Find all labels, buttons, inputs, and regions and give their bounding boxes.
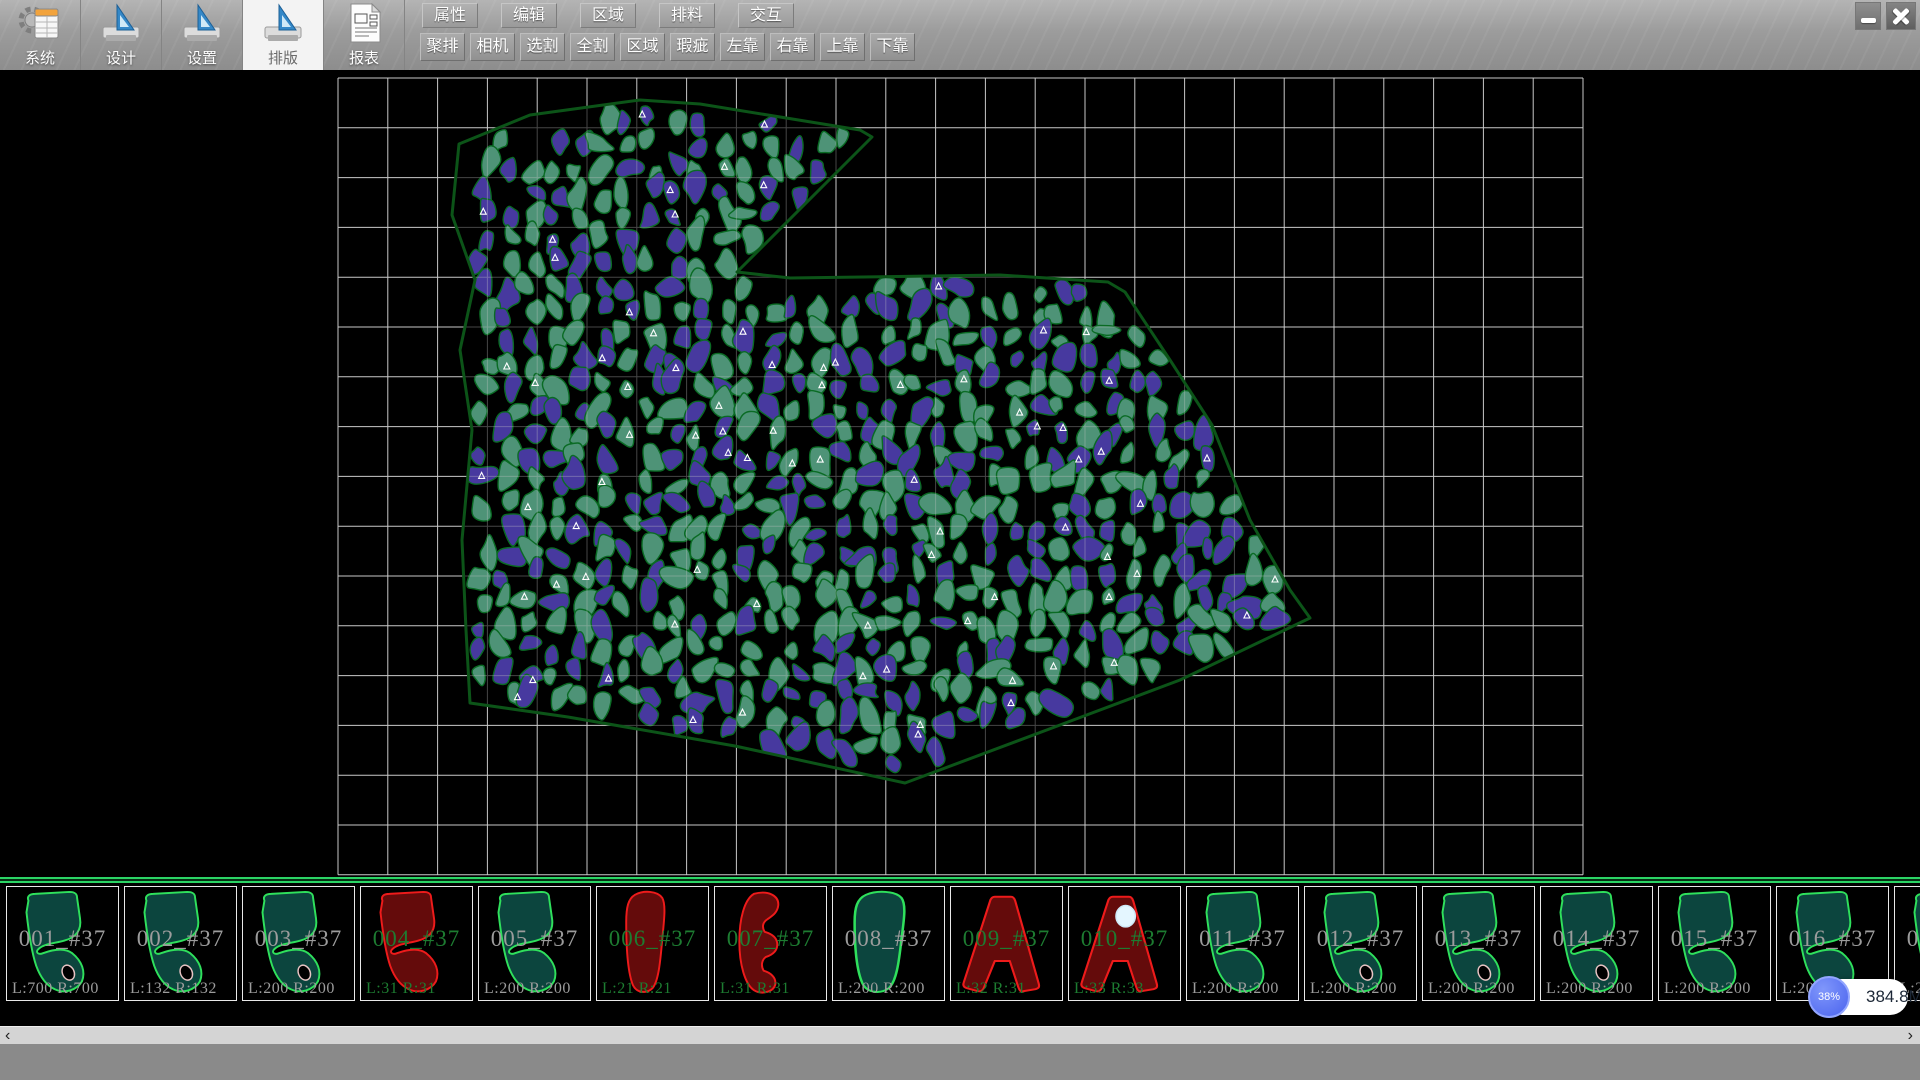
tool-button-7[interactable]: 左靠 bbox=[720, 33, 765, 61]
filmstrip-divider-bottom bbox=[0, 881, 1920, 883]
pattern-thumbnail-15[interactable]: 015_#37 L:200 R:200 bbox=[1658, 886, 1771, 1001]
pattern-thumbnail-13[interactable]: 013_#37 L:200 R:200 bbox=[1422, 886, 1535, 1001]
main-button-label: 设置 bbox=[162, 47, 242, 68]
pattern-lr-info: L:200 R:200 bbox=[1664, 980, 1751, 998]
menu-tab-1[interactable]: 属性 bbox=[422, 3, 478, 28]
main-button-system[interactable]: 系统 bbox=[0, 0, 81, 70]
triangle-ruler-icon bbox=[260, 2, 306, 44]
pattern-thumbnail-14[interactable]: 014_#37 L:200 R:200 bbox=[1540, 886, 1653, 1001]
pattern-lr-info: L:132 R:132 bbox=[130, 980, 217, 998]
pattern-name: 001_#37 bbox=[7, 926, 118, 952]
pattern-name: 004_#37 bbox=[361, 926, 472, 952]
pattern-name: 006_#37 bbox=[597, 926, 708, 952]
main-button-label: 排版 bbox=[243, 47, 323, 68]
tool-buttons: 聚排相机选割全割区域瑕疵左靠右靠上靠下靠 bbox=[420, 33, 915, 61]
pattern-thumbnail-11[interactable]: 011_#37 L:200 R:200 bbox=[1186, 886, 1299, 1001]
toolbar: 系统设计设置排版报表 属性编辑区域排料交互 聚排相机选割全割区域瑕疵左靠右靠上靠… bbox=[0, 0, 1920, 70]
memory-percent-circle: 38% bbox=[1808, 976, 1850, 1018]
pattern-lr-info: L:200 R:200 bbox=[484, 980, 571, 998]
memory-value: 384.8M bbox=[1866, 979, 1920, 1015]
close-icon bbox=[1892, 7, 1910, 25]
menu-tabs: 属性编辑区域排料交互 bbox=[422, 3, 794, 28]
pattern-lr-info: L:200 R:200 bbox=[1310, 980, 1397, 998]
pattern-lr-info: L:200 R:200 bbox=[1546, 980, 1633, 998]
status-bar bbox=[0, 1044, 1920, 1080]
pattern-lr-info: L:33 R:33 bbox=[1074, 980, 1144, 998]
pattern-thumbnail-2[interactable]: 002_#37 L:132 R:132 bbox=[124, 886, 237, 1001]
pattern-lr-info: L:31 R:31 bbox=[720, 980, 790, 998]
pattern-name: 013_#37 bbox=[1423, 926, 1534, 952]
nesting-app-window: { "toolbar": { "main_buttons": [ {"id":"… bbox=[0, 0, 1920, 1080]
menu-tab-4[interactable]: 排料 bbox=[659, 3, 715, 28]
pattern-lr-info: L:200 R:200 bbox=[1428, 980, 1515, 998]
report-document-icon bbox=[341, 2, 387, 44]
tool-button-6[interactable]: 瑕疵 bbox=[670, 33, 715, 61]
pattern-lr-info: L:200 R:200 bbox=[1192, 980, 1279, 998]
pattern-thumbnail-12[interactable]: 012_#37 L:200 R:200 bbox=[1304, 886, 1417, 1001]
pattern-name: 008_#37 bbox=[833, 926, 944, 952]
pattern-name: 010_#37 bbox=[1069, 926, 1180, 952]
scroll-left-arrow[interactable]: ‹ bbox=[5, 1027, 10, 1044]
main-button-label: 报表 bbox=[324, 47, 404, 68]
pattern-thumbnail-4[interactable]: 004_#37 L:31 R:31 bbox=[360, 886, 473, 1001]
window-controls bbox=[1855, 2, 1916, 30]
memory-badge: 384.8M 38% bbox=[1808, 976, 1912, 1018]
pattern-lr-info: L:31 R:31 bbox=[366, 980, 436, 998]
tool-button-9[interactable]: 上靠 bbox=[820, 33, 865, 61]
main-button-report[interactable]: 报表 bbox=[324, 0, 405, 70]
pattern-lr-info: L:200 R:200 bbox=[248, 980, 335, 998]
pattern-name: 016_#37 bbox=[1777, 926, 1888, 952]
main-button-label: 设计 bbox=[81, 47, 161, 68]
pattern-name: 002_#37 bbox=[125, 926, 236, 952]
horizontal-scrollbar[interactable]: ‹ › bbox=[0, 1026, 1920, 1044]
tool-button-1[interactable]: 聚排 bbox=[420, 33, 465, 61]
minimize-icon bbox=[1861, 18, 1876, 23]
pattern-name: 017_#37 bbox=[1895, 926, 1920, 952]
main-button-design[interactable]: 设计 bbox=[81, 0, 162, 70]
menu-tab-2[interactable]: 编辑 bbox=[501, 3, 557, 28]
memory-percent: 38% bbox=[1818, 991, 1840, 1003]
triangle-ruler-icon bbox=[179, 2, 225, 44]
main-button-label: 系统 bbox=[0, 47, 80, 68]
pattern-lr-info: L:200 R:200 bbox=[838, 980, 925, 998]
tool-button-10[interactable]: 下靠 bbox=[870, 33, 915, 61]
pattern-name: 005_#37 bbox=[479, 926, 590, 952]
menu-tab-3[interactable]: 区域 bbox=[580, 3, 636, 28]
nest-drawing bbox=[0, 70, 1920, 877]
main-button-settings[interactable]: 设置 bbox=[162, 0, 243, 70]
pattern-name: 003_#37 bbox=[243, 926, 354, 952]
pattern-name: 012_#37 bbox=[1305, 926, 1416, 952]
pattern-thumbnail-5[interactable]: 005_#37 L:200 R:200 bbox=[478, 886, 591, 1001]
tool-button-2[interactable]: 相机 bbox=[470, 33, 515, 61]
pattern-name: 009_#37 bbox=[951, 926, 1062, 952]
pattern-name: 015_#37 bbox=[1659, 926, 1770, 952]
pattern-name: 011_#37 bbox=[1187, 926, 1298, 952]
pattern-thumbnail-1[interactable]: 001_#37 L:700 R:700 bbox=[6, 886, 119, 1001]
pattern-thumbnail-8[interactable]: 008_#37 L:200 R:200 bbox=[832, 886, 945, 1001]
tool-button-3[interactable]: 选割 bbox=[520, 33, 565, 61]
pattern-lr-info: L:32 R:31 bbox=[956, 980, 1026, 998]
pattern-name: 007_#37 bbox=[715, 926, 826, 952]
menu-tab-5[interactable]: 交互 bbox=[738, 3, 794, 28]
main-buttons: 系统设计设置排版报表 bbox=[0, 0, 405, 70]
tool-button-4[interactable]: 全割 bbox=[570, 33, 615, 61]
pattern-thumbnail-9[interactable]: 009_#37 L:32 R:31 bbox=[950, 886, 1063, 1001]
pattern-thumbnail-10[interactable]: 010_#37 L:33 R:33 bbox=[1068, 886, 1181, 1001]
triangle-ruler-icon bbox=[98, 2, 144, 44]
tool-button-5[interactable]: 区域 bbox=[620, 33, 665, 61]
minimize-button[interactable] bbox=[1855, 2, 1881, 30]
gear-table-icon bbox=[17, 2, 63, 44]
pattern-thumbnail-3[interactable]: 003_#37 L:200 R:200 bbox=[242, 886, 355, 1001]
pattern-thumbnail-6[interactable]: 006_#37 L:21 R:21 bbox=[596, 886, 709, 1001]
scroll-right-arrow[interactable]: › bbox=[1908, 1027, 1913, 1044]
pattern-filmstrip[interactable]: 001_#37 L:700 R:700 002_#37 L:132 R:132 003_… bbox=[0, 886, 1920, 1003]
main-button-nesting[interactable]: 排版 bbox=[243, 0, 324, 70]
pattern-lr-info: L:21 R:21 bbox=[602, 980, 672, 998]
pattern-name: 014_#37 bbox=[1541, 926, 1652, 952]
pattern-thumbnail-7[interactable]: 007_#37 L:31 R:31 bbox=[714, 886, 827, 1001]
close-button[interactable] bbox=[1886, 2, 1916, 30]
nesting-canvas[interactable] bbox=[0, 70, 1920, 877]
tool-button-8[interactable]: 右靠 bbox=[770, 33, 815, 61]
pattern-lr-info: L:700 R:700 bbox=[12, 980, 99, 998]
